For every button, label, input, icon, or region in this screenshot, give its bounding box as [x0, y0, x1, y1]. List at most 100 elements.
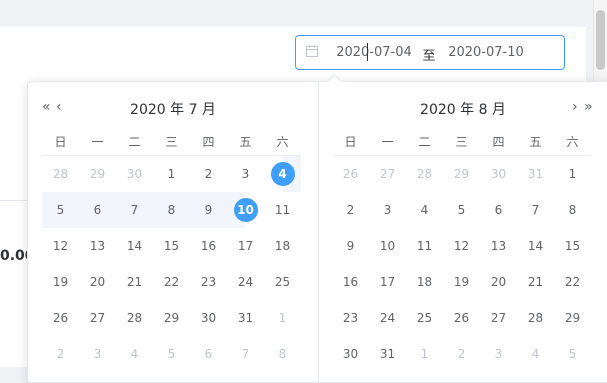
- calendar-day[interactable]: 17: [234, 234, 258, 258]
- calendar-day[interactable]: 24: [376, 306, 400, 330]
- calendar-day[interactable]: 27: [376, 162, 400, 186]
- calendar-day[interactable]: 1: [160, 162, 184, 186]
- calendar-day[interactable]: 5: [160, 342, 184, 366]
- calendar-day[interactable]: 28: [413, 162, 437, 186]
- calendar-day[interactable]: 8: [160, 198, 184, 222]
- calendar-day[interactable]: 20: [86, 270, 110, 294]
- calendar-day-cell[interactable]: 21: [116, 264, 153, 300]
- calendar-day[interactable]: 23: [197, 270, 221, 294]
- calendar-day-cell[interactable]: 27: [480, 300, 517, 336]
- calendar-day[interactable]: 27: [487, 306, 511, 330]
- calendar-day-cell[interactable]: 30: [480, 156, 517, 193]
- calendar-day[interactable]: 18: [413, 270, 437, 294]
- calendar-day-cell[interactable]: 27: [369, 156, 406, 193]
- calendar-day[interactable]: 30: [197, 306, 221, 330]
- calendar-day-cell[interactable]: 20: [480, 264, 517, 300]
- calendar-day[interactable]: 12: [450, 234, 474, 258]
- calendar-day-cell[interactable]: 20: [79, 264, 116, 300]
- calendar-day-cell[interactable]: 5: [554, 336, 591, 372]
- calendar-day-cell[interactable]: 22: [554, 264, 591, 300]
- calendar-day[interactable]: 30: [339, 342, 363, 366]
- calendar-day-cell[interactable]: 30: [332, 336, 369, 372]
- calendar-day-cell[interactable]: 17: [227, 228, 264, 264]
- calendar-day-cell[interactable]: 29: [153, 300, 190, 336]
- calendar-day-cell[interactable]: 2: [190, 156, 227, 193]
- calendar-day[interactable]: 14: [524, 234, 548, 258]
- calendar-day[interactable]: 28: [123, 306, 147, 330]
- calendar-day[interactable]: 19: [49, 270, 73, 294]
- calendar-day[interactable]: 29: [450, 162, 474, 186]
- end-date-input[interactable]: 2020-07-10: [446, 45, 526, 60]
- calendar-day[interactable]: 4: [524, 342, 548, 366]
- calendar-day-cell[interactable]: 19: [42, 264, 79, 300]
- calendar-day-cell[interactable]: 3: [369, 192, 406, 228]
- calendar-day-cell[interactable]: 5: [153, 336, 190, 372]
- calendar-day[interactable]: 26: [49, 306, 73, 330]
- calendar-day-cell[interactable]: 13: [79, 228, 116, 264]
- calendar-day[interactable]: 30: [487, 162, 511, 186]
- calendar-day[interactable]: 7: [524, 198, 548, 222]
- calendar-day[interactable]: 2: [49, 342, 73, 366]
- calendar-day-cell[interactable]: 18: [406, 264, 443, 300]
- calendar-day-cell[interactable]: 3: [227, 156, 264, 193]
- calendar-day-cell[interactable]: 27: [79, 300, 116, 336]
- calendar-day[interactable]: 20: [487, 270, 511, 294]
- calendar-day[interactable]: 4: [413, 198, 437, 222]
- calendar-day[interactable]: 31: [376, 342, 400, 366]
- calendar-day-cell[interactable]: 30: [190, 300, 227, 336]
- calendar-day-cell[interactable]: 16: [190, 228, 227, 264]
- calendar-day[interactable]: 3: [234, 162, 258, 186]
- calendar-day[interactable]: 5: [49, 198, 73, 222]
- calendar-day-cell[interactable]: 7: [116, 192, 153, 228]
- calendar-day-cell[interactable]: 11: [264, 192, 301, 228]
- calendar-day-cell[interactable]: 2: [42, 336, 79, 372]
- calendar-day[interactable]: 15: [561, 234, 585, 258]
- calendar-day-cell[interactable]: 24: [227, 264, 264, 300]
- calendar-day-cell[interactable]: 31: [227, 300, 264, 336]
- calendar-day-cell[interactable]: 31: [369, 336, 406, 372]
- calendar-day-cell[interactable]: 14: [116, 228, 153, 264]
- calendar-day-cell[interactable]: 11: [406, 228, 443, 264]
- calendar-day-cell[interactable]: 16: [332, 264, 369, 300]
- calendar-day[interactable]: 10: [376, 234, 400, 258]
- calendar-day[interactable]: 12: [49, 234, 73, 258]
- start-date-input[interactable]: 2020-07-04: [334, 45, 414, 60]
- calendar-day-cell[interactable]: 25: [264, 264, 301, 300]
- calendar-day[interactable]: 13: [487, 234, 511, 258]
- calendar-day[interactable]: 17: [376, 270, 400, 294]
- calendar-day[interactable]: 31: [524, 162, 548, 186]
- calendar-day-cell[interactable]: 8: [153, 192, 190, 228]
- calendar-day-cell[interactable]: 10: [227, 192, 264, 228]
- calendar-day-cell[interactable]: 12: [443, 228, 480, 264]
- calendar-day-cell[interactable]: 15: [153, 228, 190, 264]
- calendar-day[interactable]: 30: [123, 162, 147, 186]
- calendar-day[interactable]: 6: [86, 198, 110, 222]
- calendar-day[interactable]: 2: [339, 198, 363, 222]
- calendar-day-cell[interactable]: 4: [406, 192, 443, 228]
- calendar-day[interactable]: 1: [413, 342, 437, 366]
- calendar-day[interactable]: 11: [271, 198, 295, 222]
- calendar-day[interactable]: 27: [86, 306, 110, 330]
- next-month-button[interactable]: ›: [572, 99, 578, 115]
- calendar-day-cell[interactable]: 7: [517, 192, 554, 228]
- calendar-day[interactable]: 21: [123, 270, 147, 294]
- calendar-day[interactable]: 16: [339, 270, 363, 294]
- calendar-day[interactable]: 10: [233, 198, 258, 222]
- calendar-day[interactable]: 8: [271, 342, 295, 366]
- calendar-day[interactable]: 7: [123, 198, 147, 222]
- calendar-day[interactable]: 29: [160, 306, 184, 330]
- calendar-day-cell[interactable]: 5: [42, 192, 79, 228]
- calendar-day-cell[interactable]: 9: [190, 192, 227, 228]
- date-range-input[interactable]: 2020-07-04 至 2020-07-10: [295, 35, 565, 70]
- calendar-day-cell[interactable]: 28: [42, 156, 79, 193]
- calendar-day-cell[interactable]: 31: [517, 156, 554, 193]
- calendar-day[interactable]: 24: [234, 270, 258, 294]
- calendar-day-cell[interactable]: 6: [79, 192, 116, 228]
- calendar-day[interactable]: 6: [197, 342, 221, 366]
- calendar-day[interactable]: 18: [271, 234, 295, 258]
- calendar-day[interactable]: 4: [123, 342, 147, 366]
- calendar-day[interactable]: 28: [49, 162, 73, 186]
- prev-month-button[interactable]: ‹: [56, 99, 62, 115]
- calendar-day-cell[interactable]: 8: [264, 336, 301, 372]
- calendar-day[interactable]: 26: [450, 306, 474, 330]
